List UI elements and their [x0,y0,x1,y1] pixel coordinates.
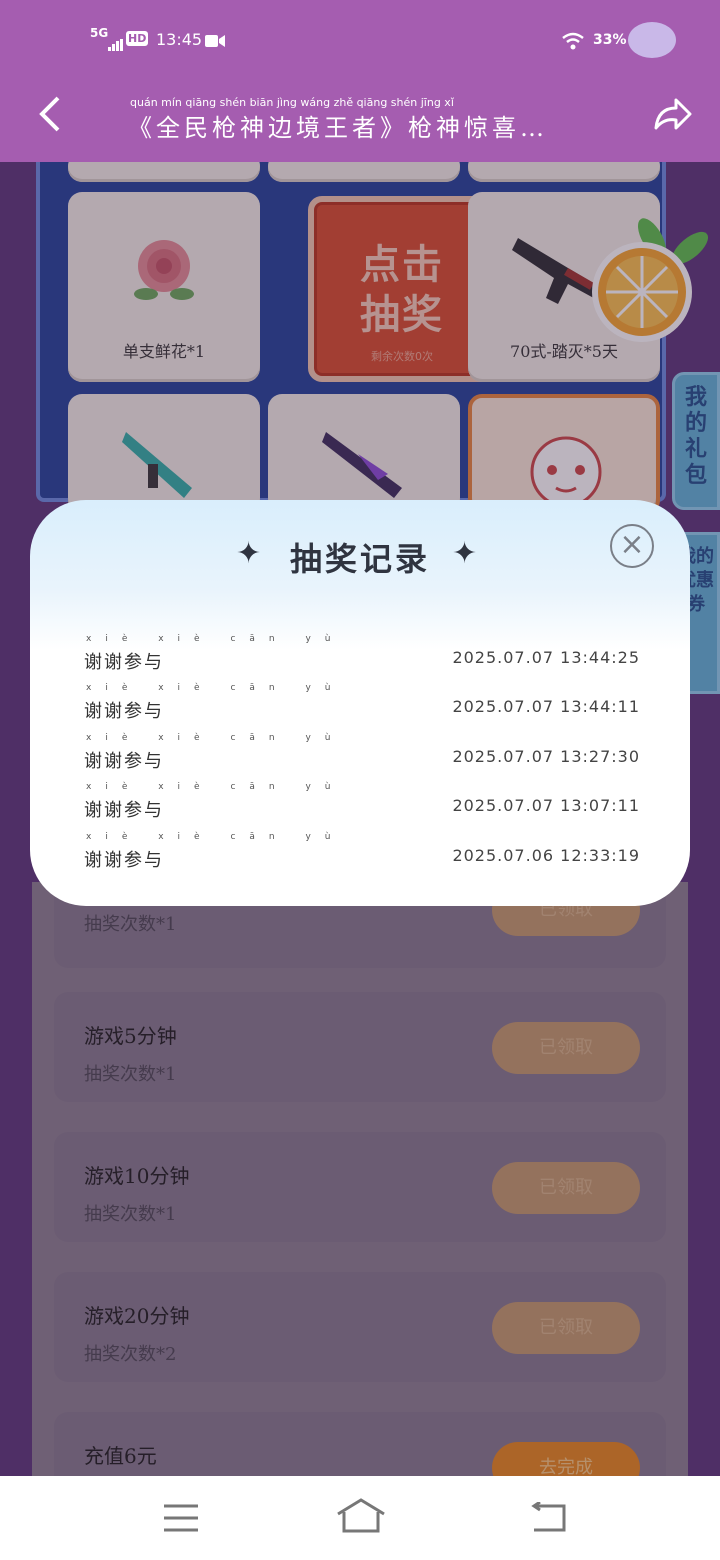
menu-icon[interactable] [162,1502,200,1538]
record-pinyin: xiè xiè cān yù [86,683,345,693]
record-time: 2025.07.07 13:44:11 [452,697,640,716]
system-nav-bar [0,1476,720,1560]
record-row: xiè xiè cān yù 谢谢参与 2025.07.07 13:44:25 [30,634,690,673]
record-pinyin: xiè xiè cān yù [86,733,345,743]
record-name: 谢谢参与 [84,850,164,871]
record-row: xiè xiè cān yù 谢谢参与 2025.07.06 12:33:19 [30,832,690,871]
page-title: 《全民枪神边境王者》枪神惊喜… [128,114,548,142]
record-name: 谢谢参与 [84,800,164,821]
clock: 13:45 [156,30,203,49]
record-time: 2025.07.06 12:33:19 [452,846,640,865]
record-name: 谢谢参与 [84,652,164,673]
draw-history-modal: ✦ 抽奖记录 ✦ × xiè xiè cān yù 谢谢参与 2025.07.0… [30,500,690,906]
video-icon [205,33,225,52]
battery-percent: 33% [593,32,627,48]
record-pinyin: xiè xiè cān yù [86,832,345,842]
back-icon[interactable] [36,94,64,138]
status-bar: 5G HD 13:45 33% [0,0,720,80]
share-icon[interactable] [650,94,694,138]
network-indicator: 5G [90,26,109,40]
record-row: xiè xiè cān yù 谢谢参与 2025.07.07 13:07:11 [30,782,690,821]
record-row: xiè xiè cān yù 谢谢参与 2025.07.07 13:44:11 [30,683,690,722]
record-time: 2025.07.07 13:27:30 [452,747,640,766]
wifi-icon [562,32,584,54]
record-pinyin: xiè xiè cān yù [86,782,345,792]
home-icon[interactable] [336,1498,386,1538]
nav-bar: quán mín qiāng shén biān jìng wáng zhě q… [0,80,720,162]
close-icon[interactable]: × [610,524,654,568]
record-time: 2025.07.07 13:44:25 [452,648,640,667]
record-row: xiè xiè cān yù 谢谢参与 2025.07.07 13:27:30 [30,733,690,772]
avatar [628,22,676,58]
back-nav-icon[interactable] [528,1500,568,1538]
signal-icon [108,36,123,51]
sparkle-icon: ✦ [452,536,478,571]
record-name: 谢谢参与 [84,751,164,772]
record-name: 谢谢参与 [84,701,164,722]
modal-title: 抽奖记录 [289,540,430,578]
record-pinyin: xiè xiè cān yù [86,634,345,644]
record-time: 2025.07.07 13:07:11 [452,796,640,815]
hd-badge: HD [126,31,149,46]
